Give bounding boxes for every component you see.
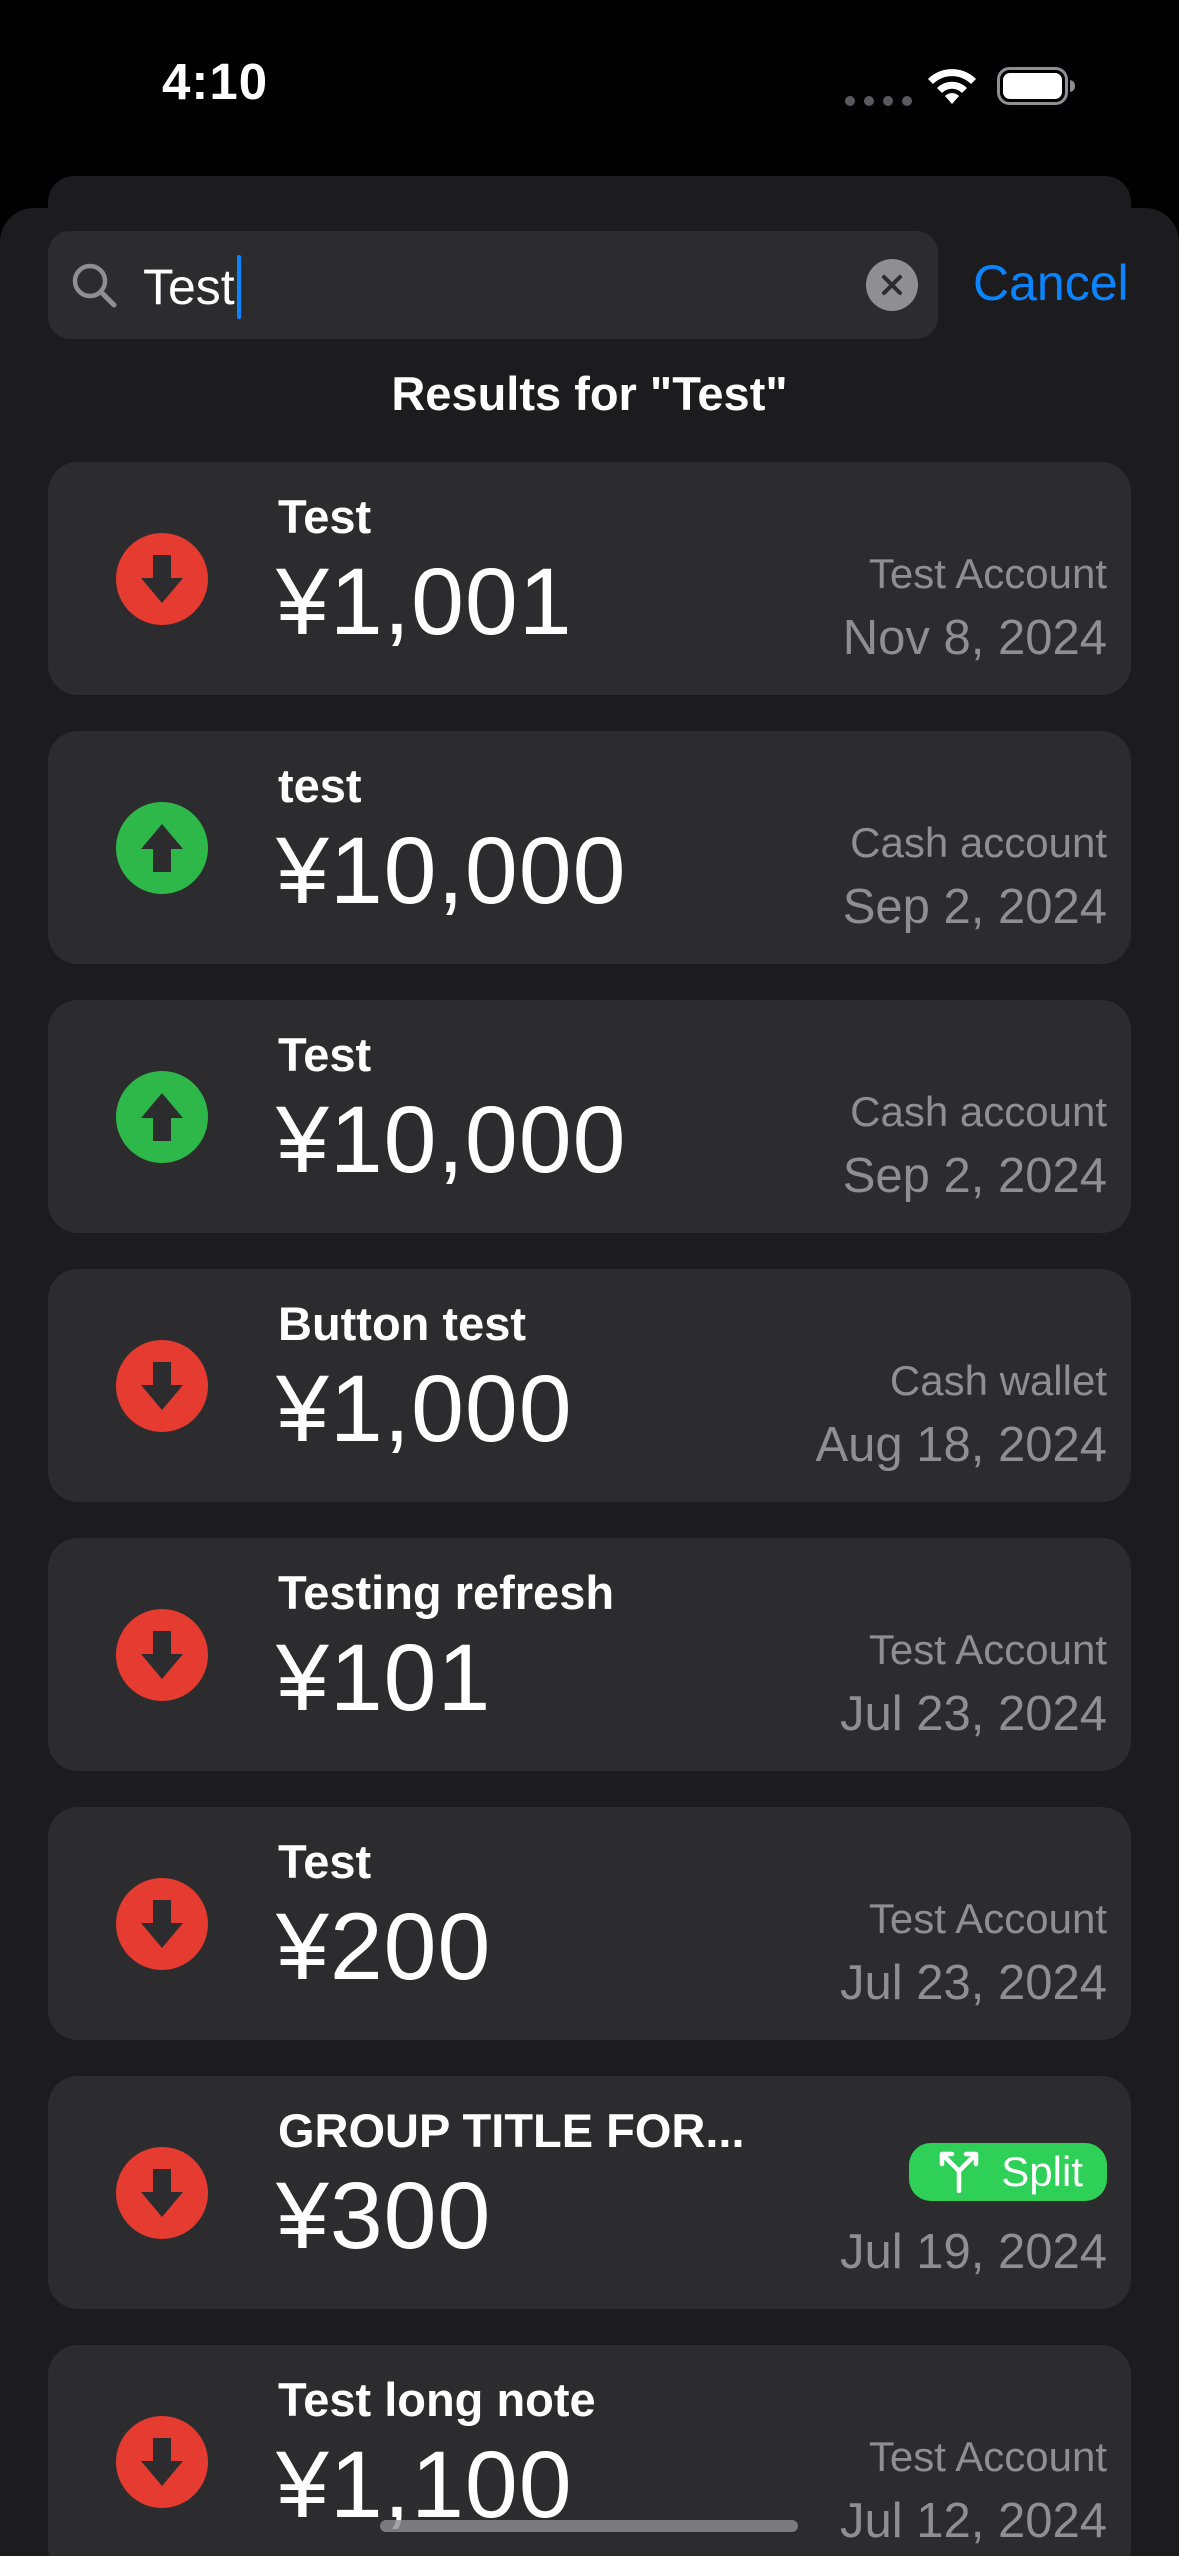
transaction-account: Test Account — [868, 550, 1107, 597]
transaction-amount: ¥10,000 — [276, 1087, 627, 1193]
search-query-text: Test — [143, 259, 235, 315]
screen: 4:10 Test Cancel Results for "Test" Test… — [0, 0, 1179, 2556]
transaction-amount: ¥1,001 — [276, 549, 573, 655]
search-input[interactable]: Test — [48, 231, 938, 339]
transaction-date: Jul 19, 2024 — [840, 2225, 1107, 2279]
transaction-account: Cash wallet — [889, 1357, 1107, 1404]
arrow-down-icon — [116, 2416, 208, 2508]
cellular-signal-icon — [845, 96, 912, 106]
arrow-down-icon — [116, 1609, 208, 1701]
transaction-date: Jul 23, 2024 — [840, 1956, 1107, 2010]
transaction-account: Test Account — [868, 1895, 1107, 1942]
transaction-row[interactable]: Button test ¥1,000 Cash wallet Aug 18, 2… — [48, 1269, 1131, 1502]
status-time: 4:10 — [162, 53, 269, 110]
transaction-amount: ¥1,000 — [276, 1356, 573, 1462]
transaction-title: Test — [278, 490, 372, 543]
split-badge: Split — [909, 2143, 1107, 2201]
transaction-amount: ¥101 — [276, 1625, 492, 1731]
split-badge-label: Split — [1001, 2148, 1083, 2195]
transaction-title: Testing refresh — [278, 1566, 615, 1619]
transaction-title: Test — [278, 1028, 372, 1081]
text-caret — [236, 255, 241, 319]
transaction-title: Test — [278, 1835, 372, 1888]
arrow-down-icon — [116, 1878, 208, 1970]
wifi-icon — [928, 69, 976, 104]
clear-search-button[interactable] — [866, 259, 918, 311]
transaction-row[interactable]: Test ¥1,001 Test Account Nov 8, 2024 — [48, 462, 1131, 695]
transaction-date: Sep 2, 2024 — [842, 1149, 1107, 1203]
transaction-amount: ¥300 — [276, 2163, 492, 2269]
transaction-date: Sep 2, 2024 — [842, 880, 1107, 934]
transaction-account: Cash account — [850, 1088, 1107, 1135]
transaction-amount: ¥10,000 — [276, 818, 627, 924]
transaction-account: Test Account — [868, 1626, 1107, 1673]
split-icon — [940, 2151, 979, 2193]
transaction-account: Test Account — [868, 2433, 1107, 2480]
transaction-row[interactable]: test ¥10,000 Cash account Sep 2, 2024 — [48, 731, 1131, 964]
arrow-up-icon — [116, 802, 208, 894]
transaction-title: Test long note — [278, 2373, 596, 2426]
search-icon — [72, 263, 117, 308]
cancel-button[interactable]: Cancel — [973, 254, 1129, 312]
transaction-title: test — [278, 759, 362, 812]
transaction-amount: ¥200 — [276, 1894, 492, 2000]
transaction-row[interactable]: GROUP TITLE FOR... ¥300 Split Jul 19, 20… — [48, 2076, 1131, 2309]
transaction-date: Jul 12, 2024 — [840, 2494, 1107, 2548]
search-query[interactable]: Test — [143, 255, 241, 319]
arrow-down-icon — [116, 2147, 208, 2239]
transaction-account: Cash account — [850, 819, 1107, 866]
transaction-row[interactable]: Test ¥200 Test Account Jul 23, 2024 — [48, 1807, 1131, 2040]
transaction-date: Nov 8, 2024 — [842, 611, 1107, 665]
close-icon — [882, 275, 902, 295]
battery-icon — [997, 67, 1075, 105]
transaction-row[interactable]: Test ¥10,000 Cash account Sep 2, 2024 — [48, 1000, 1131, 1233]
transaction-title: GROUP TITLE FOR... — [278, 2104, 745, 2157]
arrow-up-icon — [116, 1071, 208, 1163]
home-indicator[interactable] — [380, 2520, 798, 2532]
transaction-title: Button test — [278, 1297, 527, 1350]
transaction-row[interactable]: Testing refresh ¥101 Test Account Jul 23… — [48, 1538, 1131, 1771]
transaction-date: Jul 23, 2024 — [840, 1687, 1107, 1741]
transaction-date: Aug 18, 2024 — [815, 1418, 1107, 1472]
status-bar: 4:10 — [0, 0, 1179, 180]
results-title: Results for "Test" — [391, 367, 788, 420]
arrow-down-icon — [116, 533, 208, 625]
arrow-down-icon — [116, 1340, 208, 1432]
